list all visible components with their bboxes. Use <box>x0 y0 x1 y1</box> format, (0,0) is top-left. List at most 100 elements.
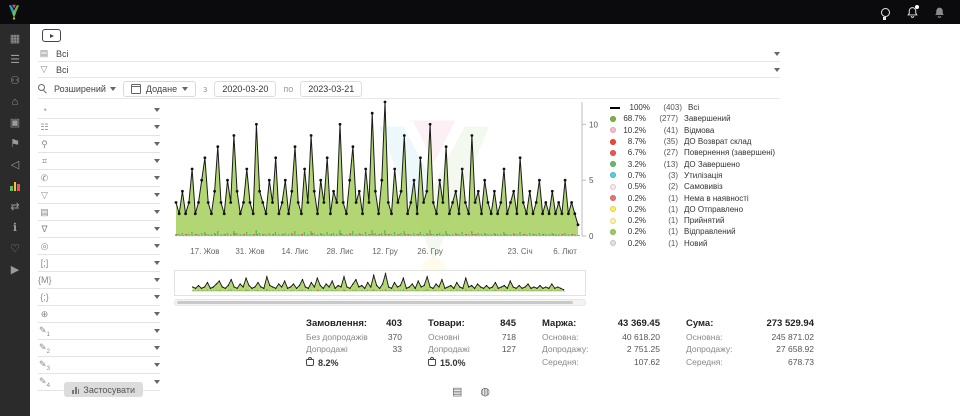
legend-item[interactable]: 3.2%(13)ДО Завершено <box>610 158 800 169</box>
stat-title: Сума: <box>686 318 713 329</box>
filter-params-select[interactable] <box>56 289 160 305</box>
legend-item[interactable]: 0.2%(1)ДО Отправлено <box>610 204 800 215</box>
notifications-muted-icon[interactable] <box>932 5 946 19</box>
legend-item[interactable]: 6.7%(27)Повернення (завершені) <box>610 147 800 158</box>
filter-custom-4-icon: ✎4 <box>38 376 51 389</box>
stat-row: Основні718 <box>428 332 516 342</box>
stat-row: Допродажі33 <box>306 344 402 354</box>
stat-value: 43 369.45 <box>618 318 660 329</box>
filter-manager-select[interactable] <box>56 136 160 152</box>
chevron-down-icon <box>774 68 780 72</box>
stat-row: Допродажі127 <box>428 344 516 354</box>
filter-utm-icon: {M} <box>38 275 51 285</box>
marketing-nav-icon[interactable]: ◁ <box>6 159 24 172</box>
filter-geo-icon: ◎ <box>38 241 51 252</box>
customers-nav-icon[interactable]: ⚇ <box>6 75 24 88</box>
filter-structure-select[interactable] <box>56 153 160 169</box>
legend-swatch <box>610 218 616 224</box>
stat-row-value: 33 <box>393 344 402 354</box>
video-tutorials-nav-icon[interactable]: ▶ <box>6 264 24 277</box>
scrollbar-thumb[interactable] <box>177 301 573 304</box>
partners-nav-icon[interactable]: ♡ <box>6 243 24 256</box>
legend-item[interactable]: 10.2%(41)Відмова <box>610 125 800 136</box>
filter-products: ▤ <box>38 204 160 221</box>
filter-custom-2-icon: ✎2 <box>38 342 51 355</box>
notifications-icon[interactable] <box>905 5 919 19</box>
filter-funnel: ▽ <box>38 187 160 204</box>
svg-text:17. Жов: 17. Жов <box>190 247 219 256</box>
legend-item[interactable]: 8.7%(35)ДО Возврат склад <box>610 136 800 147</box>
legend-count: (2) <box>650 182 678 191</box>
filter-brackets-select[interactable] <box>56 255 160 271</box>
legend-percent: 0.2% <box>620 194 646 203</box>
stat-row-label: Середня: <box>686 357 723 367</box>
legend-item[interactable]: 0.2%(1)Прийнятий <box>610 215 800 226</box>
filter-structure: ⌗ <box>38 153 160 170</box>
shop-nav-icon[interactable]: ⌂ <box>6 96 24 109</box>
legend-count: (35) <box>650 137 678 146</box>
legend-item[interactable]: 0.7%(3)Утилізація <box>610 170 800 181</box>
legend-swatch <box>610 206 616 212</box>
svg-text:14. Лис: 14. Лис <box>281 247 308 256</box>
filter-custom-1-select[interactable] <box>56 323 160 339</box>
chevron-down-icon <box>154 346 160 350</box>
brand-logo[interactable] <box>0 0 28 24</box>
products-nav-icon[interactable]: ▣ <box>6 117 24 130</box>
svg-text:12. Гру: 12. Гру <box>372 247 398 256</box>
filter-row-statuses[interactable]: ▤ Всі <box>38 46 780 62</box>
filter-phone-select[interactable] <box>56 170 160 186</box>
orders-nav-icon[interactable]: ☰ <box>6 54 24 67</box>
legend-count: (1) <box>650 216 678 225</box>
filter-brackets-icon: [;] <box>38 258 51 268</box>
legend-item[interactable]: 0.2%(1)Нема в наявності <box>610 192 800 203</box>
filter-products-select[interactable] <box>56 204 160 220</box>
filter-custom-2-select[interactable] <box>56 340 160 356</box>
filter-custom-3-select[interactable] <box>56 357 160 373</box>
legend-item[interactable]: 0.2%(1)Новий <box>610 238 800 249</box>
legend-percent: 3.2% <box>620 160 646 169</box>
stat-column: Замовлення:403Без допродажів370Допродажі… <box>306 318 402 368</box>
filter-funnel-icon: ▽ <box>38 190 51 201</box>
apply-button[interactable]: Застосувати <box>64 382 143 397</box>
apply-button-label: Застосувати <box>83 385 135 395</box>
stat-row-label: Допродажу: <box>686 344 733 354</box>
analytics-nav-icon[interactable] <box>6 180 24 193</box>
tags-nav-icon[interactable]: ⚑ <box>6 138 24 151</box>
filter-target-select[interactable] <box>56 306 160 322</box>
legend-item[interactable]: 0.2%(1)Відправлений <box>610 226 800 237</box>
legend-item[interactable]: 100%(403)Всі <box>610 102 800 113</box>
globe-icon[interactable]: ◍ <box>480 386 490 398</box>
filter-source-select[interactable] <box>56 119 160 135</box>
dashboard-nav-icon[interactable]: ▦ <box>6 33 24 46</box>
info-nav-icon[interactable]: ℹ <box>6 222 24 235</box>
integrations-nav-icon[interactable]: ⇄ <box>6 201 24 214</box>
chart-navigator[interactable] <box>174 270 586 296</box>
bell-filled-icon <box>933 6 946 19</box>
video-help-button[interactable] <box>42 29 61 42</box>
analytics-chart-section: 051017. Жов31. Жов14. Лис28. Лис12. Гру2… <box>170 94 960 416</box>
chart-scrollbar[interactable] <box>174 299 586 306</box>
stat-row: Допродажу:27 658.92 <box>686 344 814 354</box>
funnel-icon: ▽ <box>38 64 50 75</box>
chevron-down-icon <box>154 227 160 231</box>
upsell-percent-badge: 15.0% <box>428 358 516 368</box>
filter-category-select[interactable] <box>56 221 160 237</box>
legend-item[interactable]: 68.7%(277)Завершений <box>610 113 800 124</box>
search-mode-select[interactable]: Розширений <box>54 84 116 94</box>
stat-row-value: 107.62 <box>634 357 660 367</box>
filter-funnel-select[interactable] <box>56 187 160 203</box>
legend-label: Всі <box>688 103 699 112</box>
legend-label: ДО Отправлено <box>684 205 743 214</box>
legend-count: (1) <box>650 194 678 203</box>
legend-percent: 0.2% <box>620 216 646 225</box>
filter-geo-select[interactable] <box>56 238 160 254</box>
stat-row: Середня:678.73 <box>686 357 814 367</box>
list-view-icon[interactable]: ▤ <box>452 386 462 398</box>
filter-utm-select[interactable] <box>56 272 160 288</box>
lightbulb-icon[interactable] <box>878 5 892 19</box>
filter-source-icon: ☷ <box>38 122 51 133</box>
legend-count: (1) <box>650 239 678 248</box>
legend-item[interactable]: 0.5%(2)Самовивіз <box>610 181 800 192</box>
filter-row-funnel[interactable]: ▽ Всі <box>38 62 780 78</box>
filter-status-select[interactable] <box>56 102 160 118</box>
